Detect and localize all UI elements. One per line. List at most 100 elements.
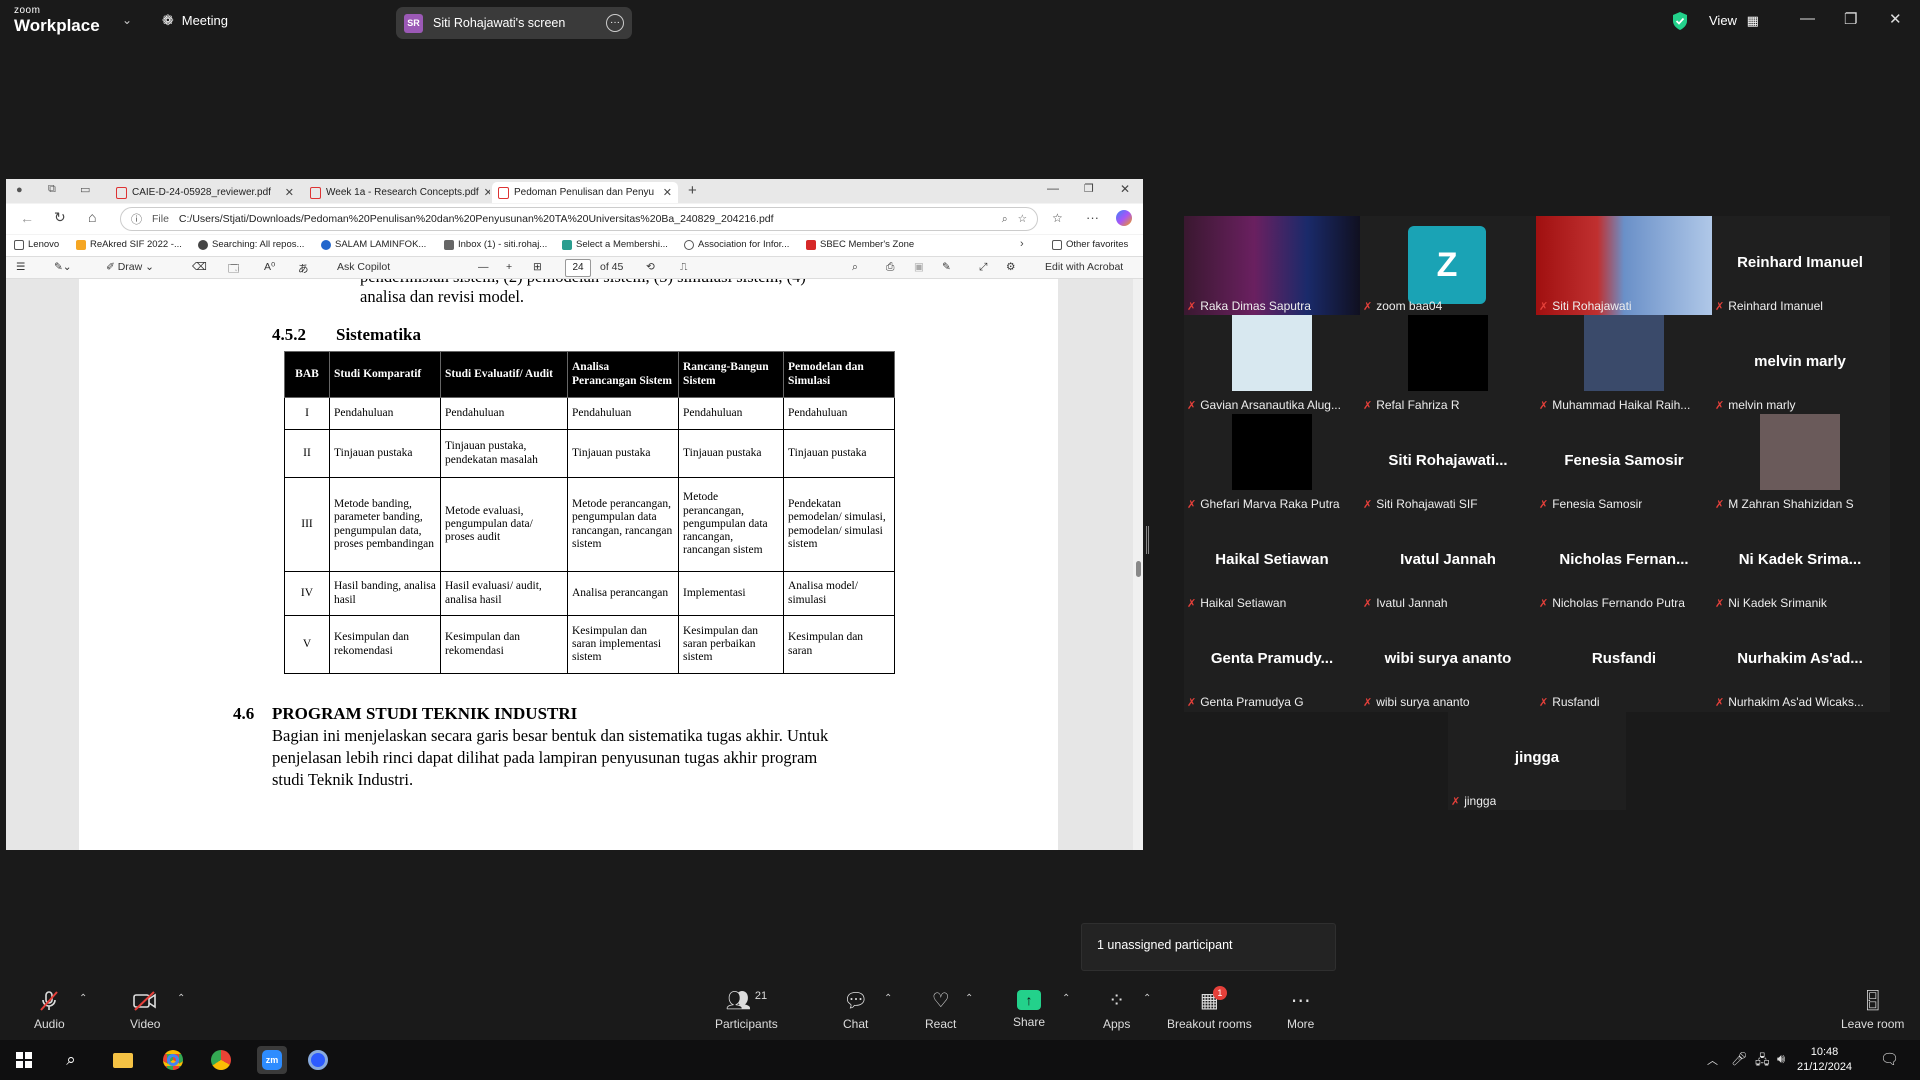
caret-up-icon[interactable]: ⌃ [965, 993, 973, 1004]
restore-icon[interactable]: ❐ [1084, 182, 1094, 195]
participant-tile[interactable]: ✗ Muhammad Haikal Raih... [1536, 315, 1712, 414]
participant-tile[interactable]: Ni Kadek Srima... ✗ Ni Kadek Srimanik [1712, 513, 1888, 612]
caret-up-icon[interactable]: ⌃ [79, 993, 87, 1004]
close-tab-icon[interactable]: ✕ [285, 186, 294, 199]
fit-page-icon[interactable]: ⊞ [533, 261, 542, 273]
workspaces-icon[interactable]: ⧉ [48, 183, 56, 196]
participant-tile[interactable]: Reinhard Imanuel ✗ Reinhard Imanuel [1712, 216, 1888, 315]
profile-icon[interactable]: ● [16, 184, 23, 196]
search-icon[interactable]: ⌕ [58, 1048, 84, 1072]
save-icon[interactable]: ▣ [914, 261, 924, 273]
fullscreen-icon[interactable]: ⤢ [979, 261, 987, 274]
windows-start-icon[interactable] [11, 1048, 37, 1072]
react-button[interactable]: ♡ React [925, 990, 956, 1031]
highlight-icon[interactable]: ✎⌄ [54, 261, 72, 273]
participant-tile[interactable]: Rusfandi ✗ Rusfandi [1536, 612, 1712, 711]
browser-tab[interactable]: Week 1a - Research Concepts.pdf ✕ [304, 182, 490, 203]
bookmark-item[interactable]: Select a Membershi... [562, 239, 668, 250]
chevron-down-icon[interactable]: ⌄ [122, 13, 132, 27]
close-tab-icon[interactable]: ✕ [663, 186, 672, 199]
participant-tile[interactable]: Z ✗ zoom baa04 [1360, 216, 1536, 315]
zoom-icon[interactable]: ⌕ [1002, 213, 1008, 226]
browser-tab[interactable]: CAIE-D-24-05928_reviewer.pdf ✕ [110, 182, 300, 203]
chrome-icon[interactable] [160, 1048, 186, 1072]
zoom-taskbar-icon[interactable]: zm [257, 1046, 287, 1074]
caret-up-icon[interactable]: ⌃ [1143, 993, 1151, 1004]
participants-button[interactable]: 👥︎ 21 Participants [715, 990, 778, 1031]
scrollbar-thumb[interactable] [1136, 561, 1141, 577]
bookmark-item[interactable]: ReAkred SIF 2022 -... [76, 239, 182, 250]
chrome-profile-icon[interactable] [208, 1048, 234, 1072]
unassigned-participant-notice[interactable]: 1 unassigned participant [1081, 923, 1336, 971]
system-clock[interactable]: 10:48 21/12/2024 [1797, 1045, 1852, 1075]
bookmark-item[interactable]: Association for Infor... [684, 239, 789, 250]
participant-tile[interactable]: ✗ M Zahran Shahizidan S [1712, 414, 1888, 513]
network-icon[interactable]: 🖧 [1755, 1051, 1770, 1073]
restore-icon[interactable]: ❐ [1844, 10, 1857, 28]
participant-tile[interactable]: ✗ Siti Rohajawati [1536, 216, 1712, 315]
close-icon[interactable]: ✕ [1120, 182, 1130, 196]
contents-icon[interactable]: ☰ [16, 261, 25, 273]
caret-up-icon[interactable]: ⌃ [884, 993, 892, 1004]
settings-icon[interactable]: ⚙ [1006, 261, 1015, 273]
url-field[interactable]: ⓘ File C:/Users/Stjati/Downloads/Pedoman… [120, 207, 1038, 231]
participant-tile[interactable]: Nicholas Fernan... ✗ Nicholas Fernando Put… [1536, 513, 1712, 612]
bookmark-item[interactable]: Searching: All repos... [198, 239, 304, 250]
more-options-icon[interactable]: ··· [606, 14, 624, 32]
settings-more-icon[interactable]: ··· [1086, 210, 1099, 225]
file-explorer-icon[interactable] [110, 1048, 136, 1072]
favorites-icon[interactable]: ☆ [1052, 211, 1063, 225]
read-aloud-icon[interactable]: A⁰ [264, 261, 275, 273]
favorite-star-icon[interactable]: ☆ [1018, 213, 1027, 225]
bookmark-item[interactable]: SALAM LAMINFOK... [321, 239, 426, 250]
volume-icon[interactable]: 🔊︎ [1777, 1051, 1785, 1067]
chevron-right-icon[interactable]: › [1020, 238, 1024, 250]
encryption-shield-icon[interactable] [1671, 11, 1689, 31]
participant-tile[interactable]: ✗ Refal Fahriza R [1360, 315, 1536, 414]
caret-up-icon[interactable]: ⌃ [177, 993, 185, 1004]
back-icon[interactable]: ← [20, 210, 34, 226]
new-tab-icon[interactable]: + [688, 182, 697, 199]
minimize-icon[interactable]: — [1047, 181, 1059, 195]
participant-tile[interactable]: Nurhakim As'ad... ✗ Nurhakim As'ad Wicaks.… [1712, 612, 1888, 711]
participant-tile[interactable]: wibi surya ananto ✗ wibi surya ananto [1360, 612, 1536, 711]
zoom-in-icon[interactable]: + [506, 261, 512, 273]
participant-tile[interactable]: ✗ Ghefari Marva Raka Putra [1184, 414, 1360, 513]
microphone-icon[interactable]: 🎤︎ [1731, 1051, 1748, 1067]
save-as-icon[interactable]: ✎ [942, 261, 951, 273]
leave-room-button[interactable]: 🚪︎ Leave room [1841, 990, 1904, 1031]
page-number-input[interactable]: 24 [565, 259, 591, 277]
participant-tile[interactable]: Fenesia Samosir ✗ Fenesia Samosir [1536, 414, 1712, 513]
zoom-out-icon[interactable]: — [478, 261, 489, 273]
more-button[interactable]: ⋯ More [1287, 990, 1314, 1031]
meeting-menu-button[interactable]: ❁ Meeting [162, 12, 228, 29]
split-handle[interactable] [1146, 526, 1149, 554]
participant-tile[interactable]: jingga ✗ jingga [1448, 711, 1626, 810]
home-icon[interactable]: ⌂ [88, 209, 96, 225]
participant-tile[interactable]: Genta Pramudy... ✗ Genta Pramudya G [1184, 612, 1360, 711]
rotate-icon[interactable]: ⟲ [646, 261, 655, 273]
show-hidden-icons-icon[interactable]: ︿ [1707, 1052, 1718, 1068]
bookmark-item[interactable]: Lenovo [14, 239, 59, 250]
audio-button[interactable]: Audio [34, 990, 65, 1031]
participant-tile[interactable]: Ivatul Jannah ✗ Ivatul Jannah [1360, 513, 1536, 612]
participant-tile[interactable]: melvin marly ✗ melvin marly [1712, 315, 1888, 414]
notifications-icon[interactable]: 🗨︎ [1880, 1050, 1899, 1068]
edit-with-acrobat-button[interactable]: Edit with Acrobat [1045, 261, 1123, 273]
browser-tab-active[interactable]: Pedoman Penulisan dan Penyusun ✕ [492, 182, 678, 203]
draw-button[interactable]: ✐ Draw ⌄ [106, 261, 154, 273]
breakout-rooms-button[interactable]: ▦ 1 Breakout rooms [1167, 986, 1252, 1031]
bookmark-item[interactable]: Inbox (1) - siti.rohaj... [444, 239, 547, 250]
print-icon[interactable]: ⎙ [886, 261, 894, 274]
chat-button[interactable]: 💬︎ Chat [843, 990, 868, 1031]
ask-copilot-button[interactable]: Ask Copilot [337, 261, 390, 273]
caret-up-icon[interactable]: ⌃ [1062, 993, 1070, 1004]
refresh-icon[interactable]: ↻ [54, 209, 66, 226]
text-box-icon[interactable]: 🗔 [228, 261, 239, 279]
pdf-scrollbar[interactable] [1133, 279, 1143, 850]
page-view-icon[interactable]: ⎍ [680, 261, 687, 274]
share-button[interactable]: ↑ Share [1013, 990, 1045, 1029]
participant-tile[interactable]: Siti Rohajawati... ✗ Siti Rohajawati SIF [1360, 414, 1536, 513]
copilot-icon[interactable] [1116, 210, 1132, 226]
app-taskbar-icon[interactable] [305, 1048, 331, 1072]
